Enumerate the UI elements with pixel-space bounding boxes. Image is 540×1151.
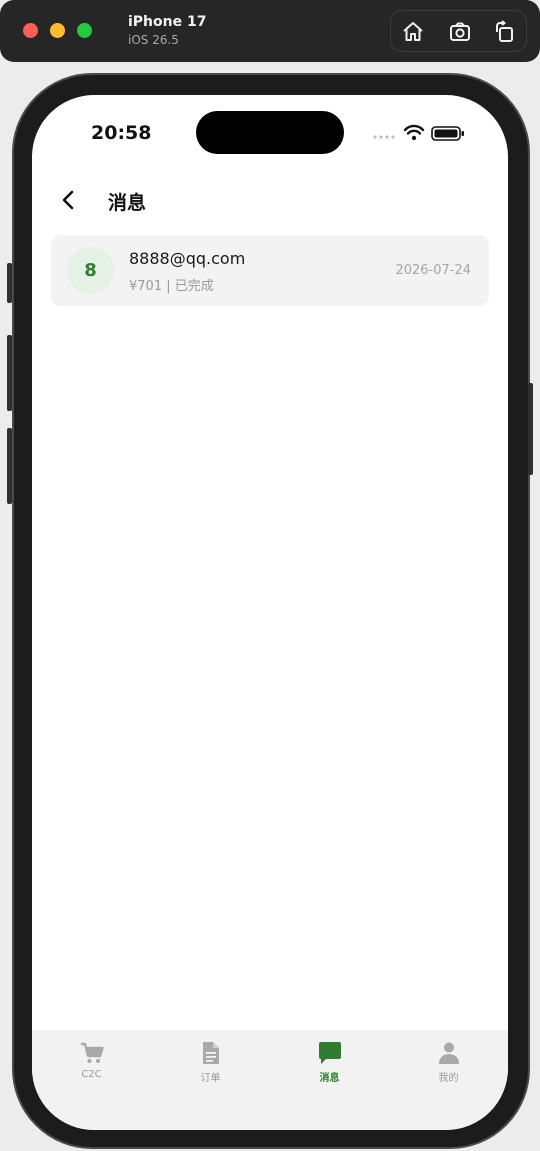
volume-down-button xyxy=(7,428,12,504)
status-icons xyxy=(373,124,464,141)
home-icon xyxy=(403,22,423,41)
os-version: iOS 26.5 xyxy=(128,33,179,47)
chevron-left-icon xyxy=(62,190,74,210)
dynamic-island xyxy=(196,111,344,154)
tab-label: C2C xyxy=(81,1069,102,1080)
cellular-signal-icon xyxy=(373,135,395,139)
home-button[interactable] xyxy=(401,20,425,44)
screenshot-button[interactable] xyxy=(448,20,472,44)
close-window-button[interactable] xyxy=(23,23,38,38)
tab-label: 我的 xyxy=(438,1073,459,1084)
power-button xyxy=(528,383,533,475)
back-button[interactable] xyxy=(56,187,82,213)
simulator-title-bar: iPhone 17 iOS 26.5 xyxy=(0,0,540,62)
message-preview: ¥701 | 已完成 xyxy=(129,279,214,294)
battery-icon xyxy=(431,126,464,141)
person-icon xyxy=(438,1042,459,1064)
device-name: iPhone 17 xyxy=(128,14,207,30)
page-title: 消息 xyxy=(108,192,147,214)
zoom-window-button[interactable] xyxy=(77,23,92,38)
simulator-toolbar xyxy=(390,10,527,52)
tab-label: 订单 xyxy=(200,1073,221,1084)
message-list-item[interactable]: 8 8888@qq.com ¥701 | 已完成 2026-07-24 xyxy=(51,235,489,306)
wifi-icon xyxy=(403,124,425,141)
rotate-icon xyxy=(496,20,513,42)
cart-icon xyxy=(80,1042,104,1063)
message-sender: 8888@qq.com xyxy=(129,249,246,268)
avatar: 8 xyxy=(67,247,114,294)
screenshot-icon xyxy=(450,22,470,41)
tab-messages[interactable]: 消息 xyxy=(270,1040,389,1090)
phone-screen: 20:58 消息 8 8888@qq.com ¥701 | 已完成 2026-0… xyxy=(32,95,508,1130)
tab-orders[interactable]: 订单 xyxy=(151,1040,270,1090)
tab-profile[interactable]: 我的 xyxy=(389,1040,508,1090)
tab-label: 消息 xyxy=(319,1073,340,1084)
tab-c2c[interactable]: C2C xyxy=(32,1040,151,1090)
message-date: 2026-07-24 xyxy=(395,263,471,278)
volume-up-button xyxy=(7,335,12,411)
tab-bar: C2C 订单 消息 我的 xyxy=(32,1030,508,1130)
chat-icon xyxy=(318,1042,341,1064)
status-time: 20:58 xyxy=(91,122,152,144)
minimize-window-button[interactable] xyxy=(50,23,65,38)
rotate-button[interactable] xyxy=(493,20,517,44)
document-icon xyxy=(202,1042,219,1064)
action-button xyxy=(7,263,12,303)
